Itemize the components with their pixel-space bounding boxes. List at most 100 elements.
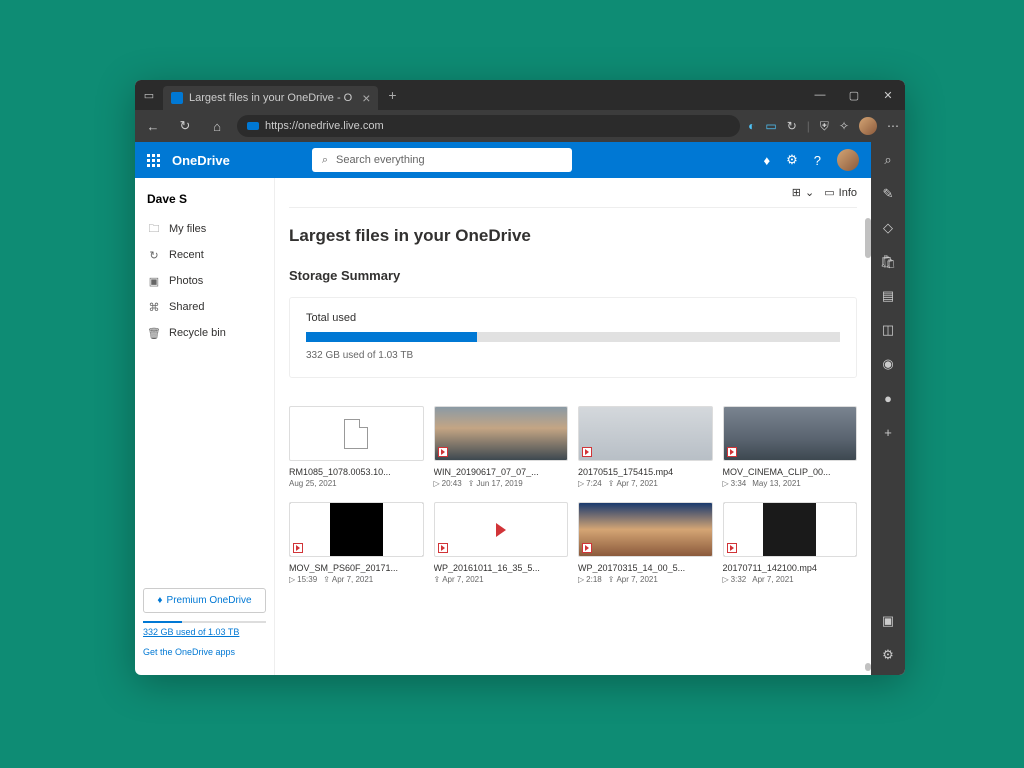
collapse-rail-icon[interactable]: ▣ [878,611,898,631]
video-badge-icon [582,447,592,457]
people-icon: ⌘ [147,300,161,314]
help-icon[interactable]: ? [814,153,821,168]
url-input[interactable]: https://onedrive.live.com [237,115,740,137]
settings-icon[interactable]: ⚙ [786,152,798,168]
file-thumbnail [434,502,569,557]
grid-icon: ⊞ [792,186,801,199]
settings-rail-icon[interactable]: ⚙ [878,645,898,665]
video-badge-icon [438,447,448,457]
app-icon[interactable]: ▭ [765,119,776,133]
file-thumbnail [723,502,858,557]
search-input[interactable]: ⌕ Search everything [312,148,572,172]
collections-icon[interactable]: ✧ [839,119,849,133]
file-thumbnail [434,406,569,461]
file-item[interactable]: WP_20170315_14_00_5... ▷ 2:18⇪ Apr 7, 20… [578,502,713,584]
back-button[interactable]: ← [141,119,165,134]
window-controls: — ▢ ✕ [803,80,905,110]
progress-fill [306,332,477,342]
storage-used-text: 332 GB used of 1.03 TB [306,350,840,361]
browser-window: ▭ Largest files in your OneDrive - O × +… [135,80,905,675]
user-name: Dave S [135,188,274,216]
file-thumbnail [578,406,713,461]
file-thumbnail [578,502,713,557]
refresh-button[interactable]: ↻ [173,118,197,134]
tab-title: Largest files in your OneDrive - O [189,92,352,104]
tab-close-icon[interactable]: × [362,90,370,106]
favicon-icon [171,92,183,104]
page-title: Largest files in your OneDrive [289,226,857,246]
chevron-down-icon: ⌄ [805,186,814,199]
storage-link[interactable]: 332 GB used of 1.03 TB [143,627,266,637]
nav-photos[interactable]: ▣Photos [135,268,274,294]
tracking-icon[interactable]: ◐ [748,119,755,133]
sync-icon[interactable]: ↻ [787,119,797,133]
video-badge-icon [727,543,737,553]
address-bar: ← ↻ ⌂ https://onedrive.live.com ◐ ▭ ↻ | … [135,110,905,142]
collections-rail-icon[interactable]: ▤ [878,286,898,306]
file-item[interactable]: MOV_CINEMA_CLIP_00... ▷ 3:34May 13, 2021 [723,406,858,488]
file-item[interactable]: WP_20161011_16_35_5... ⇪ Apr 7, 2021 [434,502,569,584]
main-content: ⊞⌄ ▭Info Largest files in your OneDrive … [275,178,871,675]
get-apps-link[interactable]: Get the OneDrive apps [143,647,266,657]
add-rail-icon[interactable]: + [878,422,898,442]
info-toggle[interactable]: ▭Info [824,186,857,199]
clock-icon: ↻ [147,248,161,262]
shield-icon[interactable]: ⛨ [820,119,829,134]
app-header: OneDrive ⌕ Search everything ♦ ⚙ ? [135,142,871,178]
nav-my-files[interactable]: 🗀My files [135,216,274,242]
diamond-icon: ♦ [157,595,162,606]
nav-shared[interactable]: ⌘Shared [135,294,274,320]
trash-icon: 🗑 [147,326,161,340]
edge-sidebar: ⌕ ✎ ◇ 🛍 ▤ ◫ ◉ ● + ▣ ⚙ [871,142,905,675]
spotify-rail-icon[interactable]: ● [878,388,898,408]
tag-rail-icon[interactable]: ◇ [878,218,898,238]
nav-recent[interactable]: ↻Recent [135,242,274,268]
video-badge-icon [727,447,737,457]
close-button[interactable]: ✕ [871,80,905,110]
shopping-rail-icon[interactable]: 🛍 [878,252,898,272]
sidebar: Dave S 🗀My files ↻Recent ▣Photos ⌘Shared… [135,178,275,675]
separator: | [807,119,810,133]
video-badge-icon [293,543,303,553]
account-avatar[interactable] [837,149,859,171]
toolbar: ⊞⌄ ▭Info [289,178,857,208]
site-identity-icon [247,122,259,130]
search-placeholder: Search everything [336,154,425,166]
file-item[interactable]: 20170711_142100.mp4 ▷ 3:32Apr 7, 2021 [723,502,858,584]
search-icon: ⌕ [322,154,328,167]
home-button[interactable]: ⌂ [205,119,229,134]
outlook-rail-icon[interactable]: ◉ [878,354,898,374]
info-icon: ▭ [824,186,834,199]
tab-actions-icon[interactable]: ▭ [135,89,163,102]
file-item[interactable]: 20170515_175415.mp4 ▷ 7:24⇪ Apr 7, 2021 [578,406,713,488]
storage-meter [143,621,266,623]
browser-tab[interactable]: Largest files in your OneDrive - O × [163,86,378,110]
scrollbar[interactable] [865,218,871,258]
new-tab-button[interactable]: + [388,87,396,103]
storage-label: Total used [306,312,840,324]
premium-button[interactable]: ♦Premium OneDrive [143,588,266,613]
video-badge-icon [582,543,592,553]
folder-icon: 🗀 [147,222,161,236]
app-name[interactable]: OneDrive [172,153,230,168]
section-title: Storage Summary [289,268,857,283]
play-icon [496,523,506,537]
url-text: https://onedrive.live.com [265,120,384,132]
profile-avatar[interactable] [859,117,877,135]
minimize-button[interactable]: — [803,80,837,110]
file-item[interactable]: WIN_20190617_07_07_... ▷ 20:43⇪ Jun 17, … [434,406,569,488]
maximize-button[interactable]: ▢ [837,80,871,110]
file-thumbnail [289,502,424,557]
scrollbar-bottom[interactable] [865,663,871,671]
file-thumbnail [289,406,424,461]
app-launcher-icon[interactable] [147,154,160,167]
view-options[interactable]: ⊞⌄ [792,186,814,199]
menu-icon[interactable]: ⋯ [887,119,899,133]
tools-rail-icon[interactable]: ✎ [878,184,898,204]
search-rail-icon[interactable]: ⌕ [878,150,898,170]
file-item[interactable]: RM1085_1078.0053.10... Aug 25, 2021 [289,406,424,488]
premium-icon[interactable]: ♦ [763,153,770,168]
office-rail-icon[interactable]: ◫ [878,320,898,340]
nav-recycle[interactable]: 🗑Recycle bin [135,320,274,346]
file-item[interactable]: MOV_SM_PS60F_20171... ▷ 15:39⇪ Apr 7, 20… [289,502,424,584]
